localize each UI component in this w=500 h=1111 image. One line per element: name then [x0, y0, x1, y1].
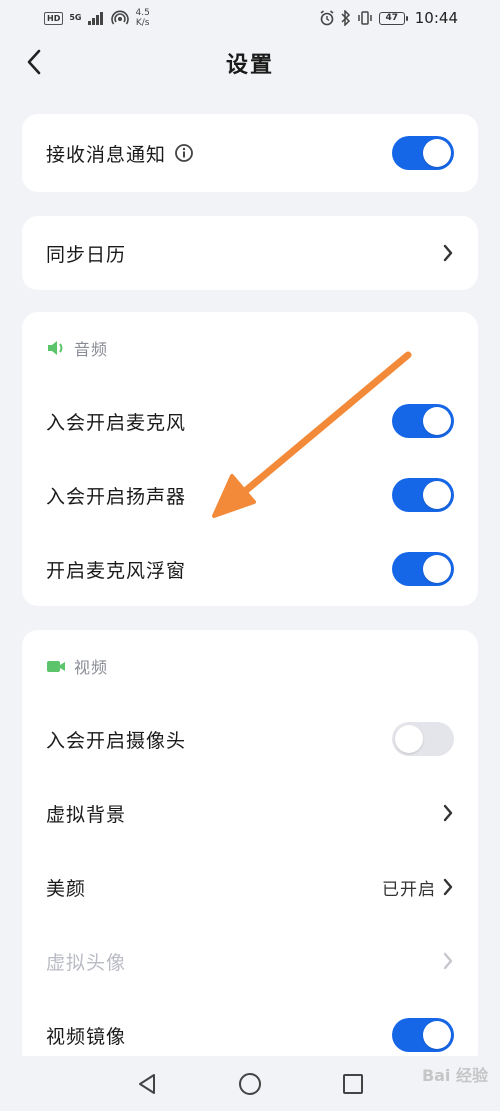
- status-right: 47 10:44: [319, 9, 458, 27]
- network-type: 5G: [69, 13, 82, 22]
- notifications-toggle[interactable]: [392, 136, 454, 170]
- mic-float-toggle[interactable]: [392, 552, 454, 586]
- mic-on-join-label: 入会开启麦克风: [46, 411, 187, 434]
- beauty-row[interactable]: 美颜 已开启: [22, 850, 478, 924]
- chevron-right-icon: [443, 804, 453, 822]
- audio-card: 音频 入会开启麦克风 入会开启扬声器 开启麦克风浮窗: [22, 312, 478, 606]
- status-bar: HD 5G 4.5 K/s 47 10:44: [0, 0, 500, 36]
- video-card: 视频 入会开启摄像头 虚拟背景 美颜 已开启 虚拟头像 视频镜像: [22, 630, 478, 1070]
- back-button[interactable]: [18, 46, 50, 78]
- mic-float-row: 开启麦克风浮窗: [22, 532, 478, 606]
- video-mirror-label: 视频镜像: [46, 1025, 127, 1048]
- chevron-right-icon: [443, 244, 453, 262]
- audio-section-header: 音频: [46, 336, 108, 360]
- hotspot-icon: [111, 10, 130, 25]
- triangle-back-icon: [138, 1073, 155, 1094]
- chevron-left-icon: [27, 49, 41, 75]
- speaker-on-join-label: 入会开启扬声器: [46, 485, 187, 508]
- clock: 10:44: [414, 9, 458, 27]
- mic-on-join-row: 入会开启麦克风: [22, 384, 478, 458]
- status-left: HD 5G 4.5 K/s: [44, 8, 150, 28]
- camera-on-join-toggle[interactable]: [392, 722, 454, 756]
- calendar-card[interactable]: 同步日历: [22, 216, 478, 290]
- mic-float-label: 开启麦克风浮窗: [46, 559, 187, 582]
- info-icon[interactable]: [174, 143, 194, 163]
- video-mirror-toggle[interactable]: [392, 1018, 454, 1052]
- battery-icon: 47: [378, 11, 408, 25]
- video-section-title: 视频: [74, 658, 109, 677]
- speaker-on-join-row: 入会开启扬声器: [22, 458, 478, 532]
- header: 设置: [0, 36, 500, 90]
- beauty-status: 已开启: [382, 879, 436, 900]
- chevron-right-icon: [443, 878, 453, 896]
- speaker-icon: [48, 341, 63, 355]
- alarm-icon: [320, 10, 334, 26]
- hd-badge: HD: [44, 11, 64, 25]
- nav-recents-button[interactable]: [338, 1069, 368, 1099]
- nav-home-button[interactable]: [235, 1069, 265, 1099]
- chevron-right-icon: [443, 952, 453, 970]
- notifications-row: 接收消息通知: [22, 116, 478, 190]
- signal-icon: [88, 12, 104, 25]
- virtual-avatar-row[interactable]: 虚拟头像: [22, 924, 478, 998]
- bluetooth-icon: [341, 10, 350, 26]
- mic-on-join-toggle[interactable]: [392, 404, 454, 438]
- virtual-avatar-label: 虚拟头像: [46, 951, 127, 974]
- square-recents-icon: [343, 1073, 364, 1094]
- audio-section-title: 音频: [74, 340, 109, 359]
- virtual-background-label: 虚拟背景: [46, 803, 127, 826]
- camera-on-join-label: 入会开启摄像头: [46, 729, 187, 752]
- video-camera-icon: [47, 661, 65, 672]
- camera-on-join-row: 入会开启摄像头: [22, 702, 478, 776]
- speaker-on-join-toggle[interactable]: [392, 478, 454, 512]
- notifications-card: 接收消息通知: [22, 114, 478, 192]
- video-section-header: 视频: [46, 654, 108, 678]
- virtual-background-row[interactable]: 虚拟背景: [22, 776, 478, 850]
- calendar-row[interactable]: 同步日历: [22, 216, 478, 290]
- watermark: Bai 经验: [421, 1066, 488, 1085]
- beauty-label: 美颜: [46, 877, 87, 900]
- circle-home-icon: [238, 1072, 261, 1095]
- net-speed: 4.5 K/s: [135, 8, 150, 28]
- nav-back-button[interactable]: [132, 1069, 162, 1099]
- calendar-label: 同步日历: [46, 243, 127, 266]
- vibrate-icon: [358, 11, 372, 25]
- notifications-label: 接收消息通知: [46, 143, 167, 166]
- page-title: 设置: [225, 53, 274, 78]
